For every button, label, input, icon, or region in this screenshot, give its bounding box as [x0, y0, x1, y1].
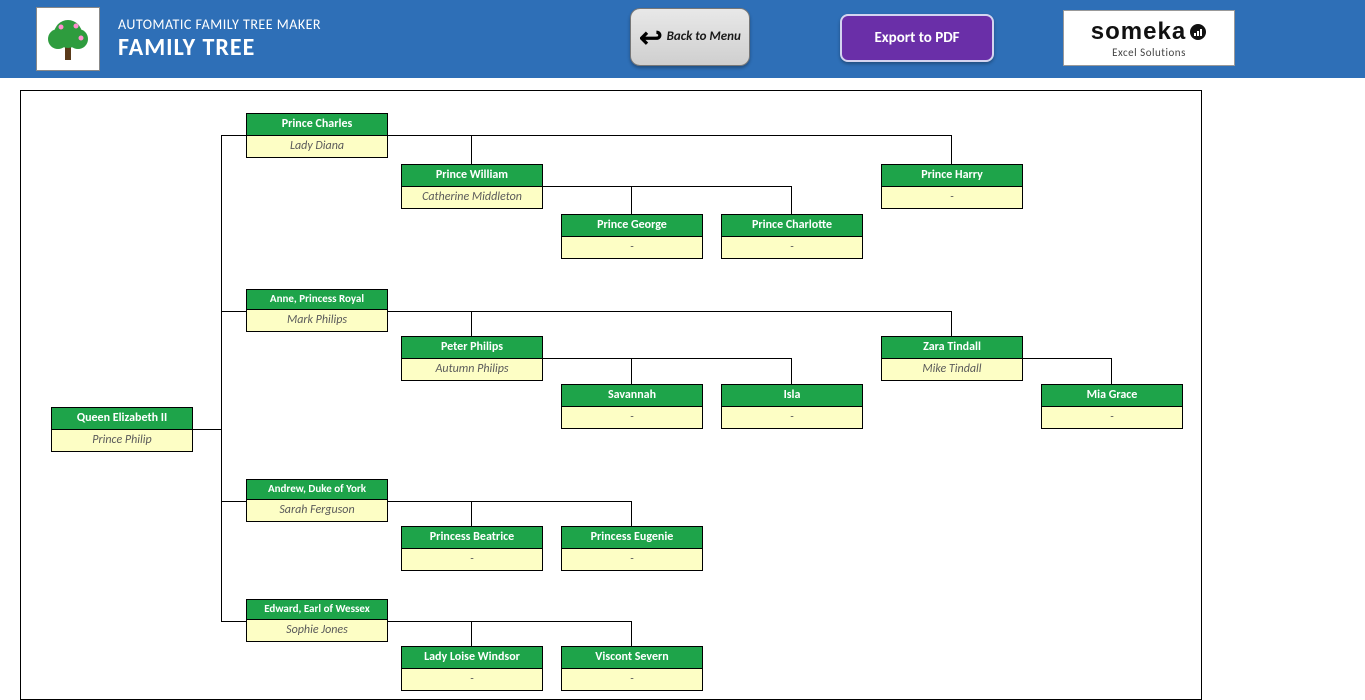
tree-logo-icon — [36, 7, 100, 71]
node-spouse: Autumn Philips — [402, 359, 542, 380]
node-name: Zara Tindall — [882, 337, 1022, 359]
node-name: Savannah — [562, 385, 702, 407]
node-spouse: - — [882, 187, 1022, 208]
node-prince-charles: Prince Charles Lady Diana — [246, 113, 388, 158]
export-pdf-button[interactable]: Export to PDF — [840, 14, 994, 62]
node-name: Mia Grace — [1042, 385, 1182, 407]
node-name: Viscont Severn — [562, 647, 702, 669]
node-spouse: - — [562, 237, 702, 258]
node-name: Isla — [722, 385, 862, 407]
node-princess-eugenie: Princess Eugenie - — [561, 526, 703, 571]
page-title: FAMILY TREE — [118, 33, 321, 62]
back-arrow-icon: ↩ — [639, 20, 662, 55]
node-name: Prince Charles — [247, 114, 387, 136]
node-anne-princess-royal: Anne, Princess Royal Mark Philips — [246, 289, 388, 332]
node-spouse: - — [402, 669, 542, 690]
node-isla: Isla - — [721, 384, 863, 429]
node-spouse: - — [722, 407, 862, 428]
node-spouse: - — [402, 549, 542, 570]
node-prince-george: Prince George - — [561, 214, 703, 259]
back-button-label: Back to Menu — [667, 30, 741, 44]
node-zara-tindall: Zara Tindall Mike Tindall — [881, 336, 1023, 381]
node-prince-william: Prince William Catherine Middleton — [401, 164, 543, 209]
page-subtitle: AUTOMATIC FAMILY TREE MAKER — [118, 16, 321, 33]
back-to-menu-button[interactable]: ↩ Back to Menu — [630, 8, 750, 66]
export-button-label: Export to PDF — [874, 29, 959, 47]
node-queen-elizabeth: Queen Elizabeth II Prince Philip — [51, 407, 193, 452]
node-name: Prince William — [402, 165, 542, 187]
node-name: Edward, Earl of Wessex — [247, 600, 387, 620]
title-block: AUTOMATIC FAMILY TREE MAKER FAMILY TREE — [118, 16, 321, 62]
node-viscont-severn: Viscont Severn - — [561, 646, 703, 691]
node-prince-harry: Prince Harry - — [881, 164, 1023, 209]
node-lady-loise-windsor: Lady Loise Windsor - — [401, 646, 543, 691]
node-name: Princess Beatrice — [402, 527, 542, 549]
node-spouse: Lady Diana — [247, 136, 387, 157]
tree-canvas: Queen Elizabeth II Prince Philip Prince … — [20, 90, 1202, 700]
node-name: Peter Philips — [402, 337, 542, 359]
node-mia-grace: Mia Grace - — [1041, 384, 1183, 429]
node-name: Anne, Princess Royal — [247, 290, 387, 310]
node-spouse: Sophie Jones — [247, 620, 387, 641]
vendor-badge-icon — [1189, 23, 1207, 41]
node-name: Queen Elizabeth II — [52, 408, 192, 430]
vendor-name: someka — [1091, 18, 1207, 46]
node-spouse: Mike Tindall — [882, 359, 1022, 380]
node-name: Andrew, Duke of York — [247, 480, 387, 500]
node-spouse: - — [562, 669, 702, 690]
node-spouse: - — [562, 407, 702, 428]
node-andrew-duke-york: Andrew, Duke of York Sarah Ferguson — [246, 479, 388, 522]
node-name: Prince Charlotte — [722, 215, 862, 237]
app-header: AUTOMATIC FAMILY TREE MAKER FAMILY TREE … — [0, 0, 1365, 78]
node-spouse: Prince Philip — [52, 430, 192, 451]
node-spouse: Sarah Ferguson — [247, 500, 387, 521]
node-savannah: Savannah - — [561, 384, 703, 429]
node-name: Lady Loise Windsor — [402, 647, 542, 669]
vendor-logo: someka Excel Solutions — [1063, 10, 1235, 66]
node-name: Prince George — [562, 215, 702, 237]
node-spouse: - — [562, 549, 702, 570]
node-spouse: - — [1042, 407, 1182, 428]
node-spouse: Mark Philips — [247, 310, 387, 331]
node-prince-charlotte: Prince Charlotte - — [721, 214, 863, 259]
node-name: Princess Eugenie — [562, 527, 702, 549]
vendor-tagline: Excel Solutions — [1112, 46, 1186, 59]
node-spouse: - — [722, 237, 862, 258]
node-princess-beatrice: Princess Beatrice - — [401, 526, 543, 571]
node-edward-earl-wessex: Edward, Earl of Wessex Sophie Jones — [246, 599, 388, 642]
node-peter-philips: Peter Philips Autumn Philips — [401, 336, 543, 381]
node-name: Prince Harry — [882, 165, 1022, 187]
node-spouse: Catherine Middleton — [402, 187, 542, 208]
